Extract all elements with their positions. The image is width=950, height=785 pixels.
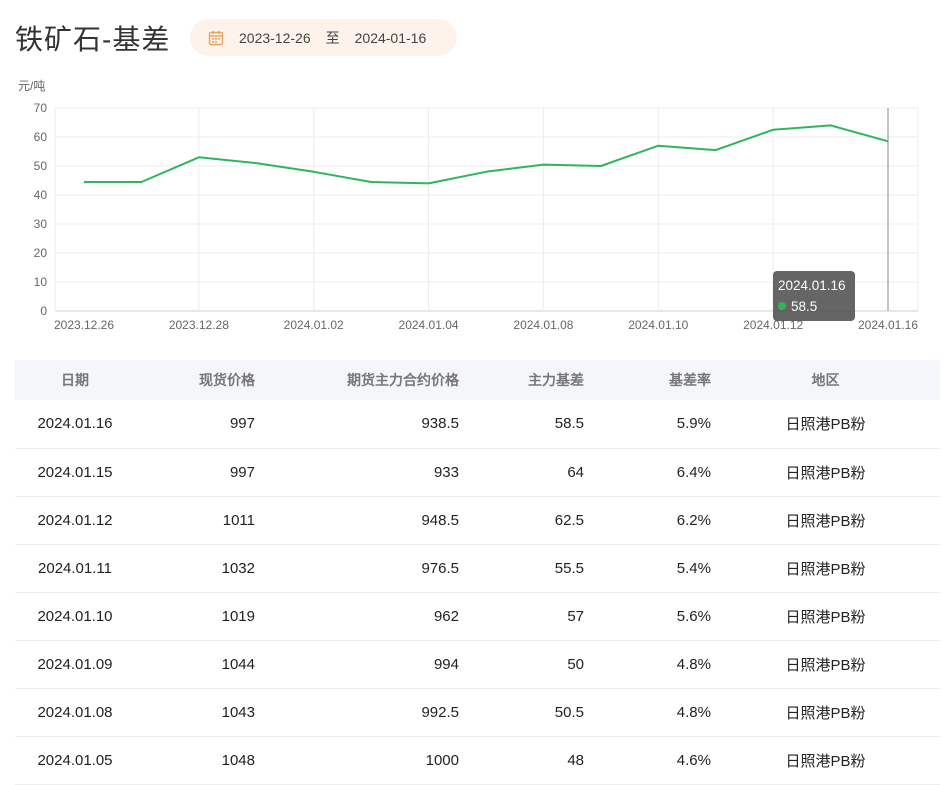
cell-futures-price: 992.5: [255, 688, 459, 737]
cell-spot-price: 1011: [135, 496, 255, 545]
cell-spot-price: 997: [135, 448, 255, 497]
table-header-row: 日期 现货价格 期货主力合约价格 主力基差 基差率 地区: [15, 360, 940, 400]
x-tick-label: 2024.01.10: [628, 318, 688, 332]
chart-tooltip: 2024.01.16 58.5: [773, 271, 855, 321]
table-row[interactable]: 2024.01.10 1019 962 57 5.6% 日照港PB粉: [15, 592, 940, 641]
y-tick-label: 10: [34, 275, 48, 289]
cell-basis-rate: 4.6%: [584, 736, 711, 785]
x-tick-label: 2024.01.04: [399, 318, 459, 332]
calendar-icon[interactable]: [208, 30, 224, 46]
y-tick-label: 0: [40, 304, 47, 318]
cell-basis-rate: 5.6%: [584, 592, 711, 641]
cell-spot-price: 1048: [135, 736, 255, 785]
cell-basis-rate: 5.9%: [584, 400, 711, 449]
tooltip-value-row: 58.5: [778, 296, 855, 317]
table-row[interactable]: 2024.01.09 1044 994 50 4.8% 日照港PB粉: [15, 640, 940, 689]
cell-basis-rate: 4.8%: [584, 688, 711, 737]
cell-spot-price: 997: [135, 400, 255, 449]
cell-date: 2024.01.16: [15, 400, 135, 449]
col-header-spot-price[interactable]: 现货价格: [135, 360, 255, 400]
x-tick-label: 2023.12.28: [169, 318, 229, 332]
date-range-picker[interactable]: 2023-12-26 至 2024-01-16: [190, 19, 457, 56]
cell-futures-price: 948.5: [255, 496, 459, 545]
cell-basis: 50.5: [459, 688, 584, 737]
cell-region: 日照港PB粉: [711, 544, 940, 593]
table-row[interactable]: 2024.01.12 1011 948.5 62.5 6.2% 日照港PB粉: [15, 496, 940, 545]
y-axis-label: 元/吨: [18, 79, 45, 93]
tooltip-value: 58.5: [791, 299, 818, 314]
basis-line-chart[interactable]: 元/吨 0 10 20 30 40 50 60 70 2023.12.26 2023.12.28 20…: [0, 70, 950, 340]
cell-basis: 57: [459, 592, 584, 641]
basis-table: 日期 现货价格 期货主力合约价格 主力基差 基差率 地区 2024.01.16 9…: [15, 360, 940, 785]
cell-region: 日照港PB粉: [711, 640, 940, 689]
y-tick-label: 60: [34, 130, 48, 144]
cell-basis: 50: [459, 640, 584, 689]
cell-futures-price: 994: [255, 640, 459, 689]
cell-futures-price: 933: [255, 448, 459, 497]
col-header-region[interactable]: 地区: [711, 360, 940, 400]
col-header-basis-rate[interactable]: 基差率: [584, 360, 711, 400]
tooltip-date: 2024.01.16: [778, 278, 846, 293]
col-header-basis[interactable]: 主力基差: [459, 360, 584, 400]
cell-region: 日照港PB粉: [711, 736, 940, 785]
x-tick-label: 2024.01.02: [284, 318, 344, 332]
x-tick-label: 2023.12.26: [54, 318, 114, 332]
y-tick-label: 70: [34, 101, 48, 115]
cell-basis: 64: [459, 448, 584, 497]
cell-date: 2024.01.15: [15, 448, 135, 497]
y-tick-label: 40: [34, 188, 48, 202]
y-tick-label: 30: [34, 217, 48, 231]
col-header-date[interactable]: 日期: [15, 360, 135, 400]
cell-futures-price: 1000: [255, 736, 459, 785]
page-title: 铁矿石-基差: [15, 24, 171, 55]
cell-region: 日照港PB粉: [711, 496, 940, 545]
y-tick-label: 20: [34, 246, 48, 260]
start-date[interactable]: 2023-12-26: [239, 30, 311, 46]
table-row[interactable]: 2024.01.08 1043 992.5 50.5 4.8% 日照港PB粉: [15, 688, 940, 737]
table-row[interactable]: 2024.01.11 1032 976.5 55.5 5.4% 日照港PB粉: [15, 544, 940, 593]
cell-basis: 48: [459, 736, 584, 785]
y-tick-label: 50: [34, 159, 48, 173]
cell-basis: 55.5: [459, 544, 584, 593]
series-dot-icon: [778, 302, 786, 310]
cell-date: 2024.01.08: [15, 688, 135, 737]
x-tick-label: 2024.01.16: [858, 318, 918, 332]
cell-basis: 58.5: [459, 400, 584, 449]
cell-futures-price: 938.5: [255, 400, 459, 449]
cell-date: 2024.01.10: [15, 592, 135, 641]
cell-date: 2024.01.09: [15, 640, 135, 689]
cell-region: 日照港PB粉: [711, 592, 940, 641]
cell-spot-price: 1043: [135, 688, 255, 737]
cell-basis-rate: 4.8%: [584, 640, 711, 689]
cell-basis-rate: 5.4%: [584, 544, 711, 593]
cell-region: 日照港PB粉: [711, 688, 940, 737]
x-tick-label: 2024.01.08: [513, 318, 573, 332]
cell-date: 2024.01.12: [15, 496, 135, 545]
cell-basis-rate: 6.2%: [584, 496, 711, 545]
cell-date: 2024.01.11: [15, 544, 135, 593]
cell-basis-rate: 6.4%: [584, 448, 711, 497]
table-row[interactable]: 2024.01.16 997 938.5 58.5 5.9% 日照港PB粉: [15, 400, 940, 449]
date-separator: 至: [325, 29, 340, 46]
col-header-futures-price[interactable]: 期货主力合约价格: [255, 360, 459, 400]
cell-spot-price: 1019: [135, 592, 255, 641]
table-row[interactable]: 2024.01.05 1048 1000 48 4.6% 日照港PB粉: [15, 736, 940, 785]
cell-region: 日照港PB粉: [711, 448, 940, 497]
cell-region: 日照港PB粉: [711, 400, 940, 449]
cell-spot-price: 1032: [135, 544, 255, 593]
cell-futures-price: 976.5: [255, 544, 459, 593]
cell-futures-price: 962: [255, 592, 459, 641]
cell-basis: 62.5: [459, 496, 584, 545]
end-date[interactable]: 2024-01-16: [355, 30, 427, 46]
cell-spot-price: 1044: [135, 640, 255, 689]
cell-date: 2024.01.05: [15, 736, 135, 785]
table-row[interactable]: 2024.01.15 997 933 64 6.4% 日照港PB粉: [15, 448, 940, 497]
